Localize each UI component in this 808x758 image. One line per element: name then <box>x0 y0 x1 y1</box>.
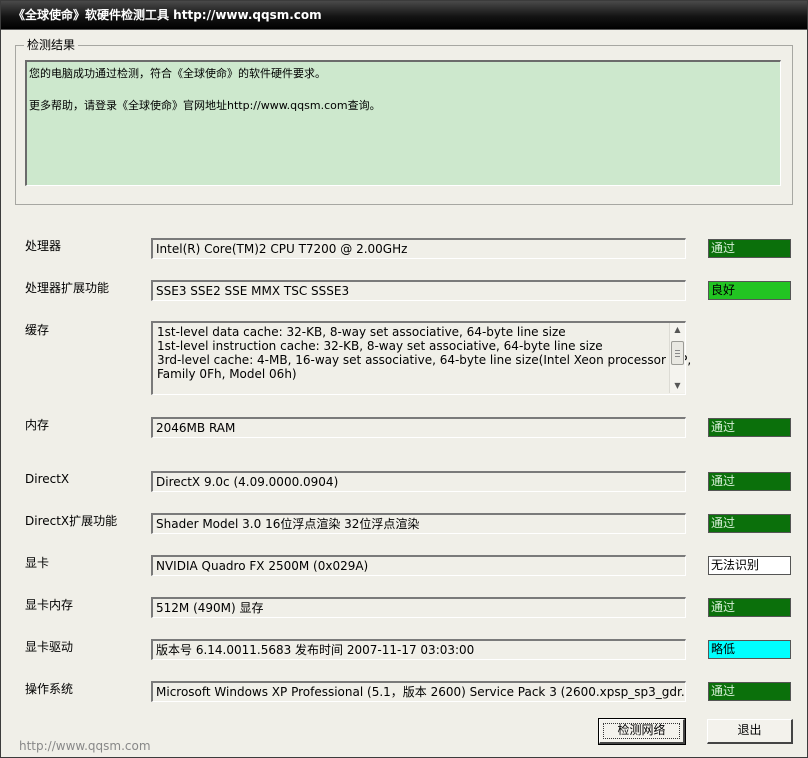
result-line: 您的电脑成功通过检测，符合《全球使命》的软件硬件要求。 <box>29 67 326 80</box>
directx-status: 通过 <box>708 472 791 491</box>
cache-line: Family 0Fh, Model 06h) <box>157 367 297 381</box>
processor-status: 通过 <box>708 239 791 258</box>
memory-label: 内存 <box>25 418 50 432</box>
app-window: 《全球使命》软硬件检测工具 http://www.qqsm.com 检测结果 您… <box>0 0 808 758</box>
window-title[interactable]: 《全球使命》软硬件检测工具 http://www.qqsm.com <box>1 1 807 30</box>
cache-text-area[interactable]: 1st-level data cache: 32-KB, 8-way set a… <box>151 321 692 395</box>
cache-line: 3rd-level cache: 4-MB, 16-way set associ… <box>157 353 692 367</box>
video-memory-status: 通过 <box>708 598 791 617</box>
video-memory-field[interactable]: 512M (490M) 显存 <box>151 597 686 618</box>
video-card-status: 无法识别 <box>708 556 791 575</box>
scroll-down-arrow-icon[interactable]: ▼ <box>670 379 685 393</box>
video-driver-status: 略低 <box>708 640 791 659</box>
scroll-up-arrow-icon[interactable]: ▲ <box>670 323 685 337</box>
result-group: 检测结果 您的电脑成功通过检测，符合《全球使命》的软件硬件要求。 更多帮助，请登… <box>15 38 793 205</box>
cache-scrollbar[interactable]: ▲ ▼ <box>669 323 685 393</box>
cache-label: 缓存 <box>25 323 50 337</box>
directx-label: DirectX <box>25 472 70 486</box>
processor-field[interactable]: Intel(R) Core(TM)2 CPU T7200 @ 2.00GHz <box>151 238 686 259</box>
cache-line: 1st-level data cache: 32-KB, 8-way set a… <box>157 325 566 339</box>
processor-ext-field[interactable]: SSE3 SSE2 SSE MMX TSC SSSE3 <box>151 280 686 301</box>
detect-network-button[interactable]: 检测网络 <box>598 718 686 745</box>
memory-status: 通过 <box>708 418 791 437</box>
scroll-thumb[interactable] <box>671 341 684 365</box>
cache-line: 1st-level instruction cache: 32-KB, 8-wa… <box>157 339 603 353</box>
result-text-area[interactable]: 您的电脑成功通过检测，符合《全球使命》的软件硬件要求。 更多帮助，请登录《全球使… <box>25 60 781 186</box>
exit-button[interactable]: 退出 <box>707 719 793 744</box>
os-field[interactable]: Microsoft Windows XP Professional (5.1，版… <box>151 681 686 702</box>
video-driver-field[interactable]: 版本号 6.14.0011.5683 发布时间 2007-11-17 03:03… <box>151 639 686 660</box>
directx-ext-label: DirectX扩展功能 <box>25 514 118 528</box>
processor-label: 处理器 <box>25 239 62 253</box>
directx-ext-field[interactable]: Shader Model 3.0 16位浮点渲染 32位浮点渲染 <box>151 513 686 534</box>
processor-ext-label: 处理器扩展功能 <box>25 281 110 295</box>
os-label: 操作系统 <box>25 682 74 696</box>
footer-website-link[interactable]: http://www.qqsm.com <box>19 739 151 753</box>
video-card-label: 显卡 <box>25 556 50 570</box>
directx-field[interactable]: DirectX 9.0c (4.09.0000.0904) <box>151 471 686 492</box>
processor-ext-status: 良好 <box>708 281 791 300</box>
result-line <box>29 82 780 98</box>
memory-field[interactable]: 2046MB RAM <box>151 417 686 438</box>
os-status: 通过 <box>708 682 791 701</box>
directx-ext-status: 通过 <box>708 514 791 533</box>
exit-button-label: 退出 <box>737 723 762 737</box>
result-group-label: 检测结果 <box>24 38 79 52</box>
video-card-field[interactable]: NVIDIA Quadro FX 2500M (0x029A) <box>151 555 686 576</box>
video-driver-label: 显卡驱动 <box>25 640 74 654</box>
video-memory-label: 显卡内存 <box>25 598 74 612</box>
result-line: 更多帮助，请登录《全球使命》官网地址http://www.qqsm.com查询。 <box>29 99 381 112</box>
